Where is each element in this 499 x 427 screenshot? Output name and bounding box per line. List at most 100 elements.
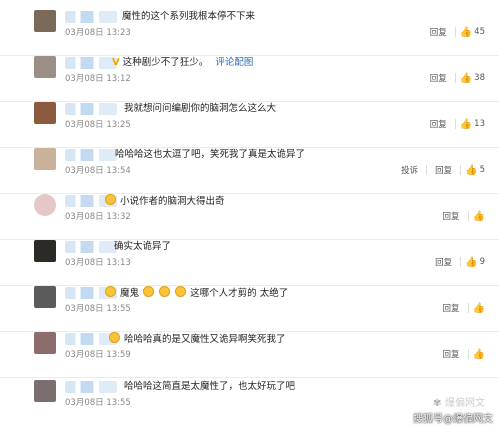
comment-body: 这种剧少不了狂少。 [122, 57, 209, 68]
avatar[interactable] [34, 102, 56, 124]
thumbs-up-icon: 👍 [465, 256, 478, 268]
like-count: 45 [474, 27, 485, 37]
username[interactable] [65, 149, 117, 161]
username[interactable] [65, 103, 117, 115]
reply-button[interactable]: 回复 [431, 256, 456, 268]
comment-body: 哈哈哈真的是又魔性又诡异啊笑死我了 [124, 334, 286, 345]
comment-actions: 回复 👍 9 [431, 256, 485, 269]
avatar[interactable] [34, 332, 56, 354]
comment-text: 哈哈哈这也太逗了吧，笑死我了真是太诡异了 [115, 149, 306, 160]
username[interactable] [65, 57, 117, 69]
verified-badge-icon: V [112, 57, 120, 68]
comment-item: 魔鬼 这哪个人才剪的 太绝了 03月08日 13:55 回复 👍 [0, 286, 499, 332]
reply-button[interactable]: 回复 [426, 72, 451, 84]
like-button[interactable]: 👍 38 [460, 72, 485, 84]
like-button[interactable]: 👍 [473, 348, 485, 360]
comment-text: 哈哈哈这简直是太魔性了，也太好玩了吧 [124, 381, 296, 392]
thumbs-up-icon: 👍 [459, 72, 473, 84]
comment-time: 03月08日 13:23 [65, 28, 131, 38]
emoji-icon [105, 194, 116, 205]
comment-text: 确实太诡异了 [114, 241, 172, 252]
comment-actions: 回复 👍 [439, 348, 485, 361]
like-count: 13 [474, 119, 485, 129]
comment-actions: 回复 👍 [439, 210, 485, 223]
avatar[interactable] [34, 240, 56, 262]
avatar[interactable] [34, 194, 56, 216]
like-button[interactable]: 👍 9 [465, 256, 485, 268]
comment-body: 小说作者的脑洞大得出奇 [120, 196, 225, 207]
thumbs-up-icon: 👍 [472, 348, 485, 360]
like-button[interactable]: 👍 5 [465, 164, 485, 176]
comment-text: 哈哈哈真的是又魔性又诡异啊笑死我了 [108, 332, 286, 347]
thumbs-up-icon: 👍 [459, 118, 473, 130]
comment-actions: 回复 👍 13 [426, 118, 485, 131]
divider [467, 211, 469, 221]
comment-item: 确实太诡异了 03月08日 13:13 回复 👍 9 [0, 240, 499, 286]
like-count: 38 [474, 73, 485, 83]
watermark-top: 爆偏网文 [445, 398, 485, 409]
comment-time: 03月08日 13:13 [65, 258, 131, 268]
comment-actions: 投诉 回复 👍 5 [397, 164, 485, 177]
comment-time: 03月08日 13:25 [65, 120, 131, 130]
divider [467, 349, 469, 359]
avatar[interactable] [34, 10, 56, 32]
avatar[interactable] [34, 286, 56, 308]
comment-item: 哈哈哈这也太逗了吧，笑死我了真是太诡异了 03月08日 13:54 投诉 回复 … [0, 148, 499, 194]
comment-time: 03月08日 13:55 [65, 304, 131, 314]
comment-text: V 这种剧少不了狂少。 评论配图 [112, 56, 253, 70]
comment-image-link[interactable]: 评论配图 [215, 57, 253, 68]
avatar[interactable] [34, 56, 56, 78]
divider [460, 257, 462, 267]
divider [454, 27, 456, 37]
comment-time: 03月08日 13:12 [65, 74, 131, 84]
comment-body: 魔鬼 [120, 288, 140, 299]
emoji-icon [159, 286, 171, 297]
comment-time: 03月08日 13:59 [65, 350, 131, 360]
reply-button[interactable]: 回复 [439, 302, 464, 314]
comment-item: 小说作者的脑洞大得出奇 03月08日 13:32 回复 👍 [0, 194, 499, 240]
emoji-icon [109, 332, 120, 343]
comment-item: 魔性的这个系列我根本停不下来 03月08日 13:23 回复 👍 45 [0, 10, 499, 56]
avatar[interactable] [34, 148, 56, 170]
report-button[interactable]: 投诉 [397, 164, 422, 176]
comment-item: 哈哈哈真的是又魔性又诡异啊笑死我了 03月08日 13:59 回复 👍 [0, 332, 499, 378]
username[interactable] [65, 241, 117, 253]
thumbs-up-icon: 👍 [465, 164, 478, 176]
reply-button[interactable]: 回复 [426, 26, 451, 38]
reply-button[interactable]: 回复 [426, 118, 451, 130]
divider [454, 73, 456, 83]
emoji-icon [143, 286, 155, 297]
thumbs-up-icon: 👍 [472, 302, 485, 314]
comment-actions: 回复 👍 38 [426, 72, 485, 85]
comment-body-2: 这哪个人才剪的 太绝了 [190, 288, 289, 299]
thumbs-up-icon: 👍 [459, 26, 473, 38]
like-button[interactable]: 👍 [473, 210, 485, 222]
divider [460, 165, 462, 175]
comment-text: 魔鬼 这哪个人才剪的 太绝了 [104, 286, 288, 301]
emoji-icon [175, 286, 187, 297]
comment-time: 03月08日 13:32 [65, 212, 131, 222]
username[interactable] [65, 11, 117, 23]
comment-item: 我就想问问编剧你的脑洞怎么这么大 03月08日 13:25 回复 👍 13 [0, 102, 499, 148]
comment-text: 我就想问问编剧你的脑洞怎么这么大 [124, 103, 277, 114]
comment-actions: 回复 👍 45 [426, 26, 485, 39]
divider [467, 303, 469, 313]
comment-time: 03月08日 13:55 [65, 398, 131, 408]
username[interactable] [65, 381, 117, 393]
comment-time: 03月08日 13:54 [65, 166, 131, 176]
reply-button[interactable]: 回复 [439, 348, 464, 360]
reply-button[interactable]: 回复 [431, 164, 456, 176]
like-button[interactable]: 👍 13 [460, 118, 485, 130]
comment-item: V 这种剧少不了狂少。 评论配图 03月08日 13:12 回复 👍 38 [0, 56, 499, 102]
like-button[interactable]: 👍 [473, 302, 485, 314]
like-count: 5 [479, 165, 485, 175]
avatar[interactable] [34, 380, 56, 402]
like-button[interactable]: 👍 45 [460, 26, 485, 38]
comment-text: 魔性的这个系列我根本停不下来 [122, 11, 256, 22]
reply-button[interactable]: 回复 [439, 210, 464, 222]
like-count: 9 [479, 257, 485, 267]
emoji-icon [105, 286, 116, 297]
thumbs-up-icon: 👍 [472, 210, 485, 222]
watermark: 搜狐号@爆偏网文 [413, 414, 493, 425]
divider [426, 165, 428, 175]
